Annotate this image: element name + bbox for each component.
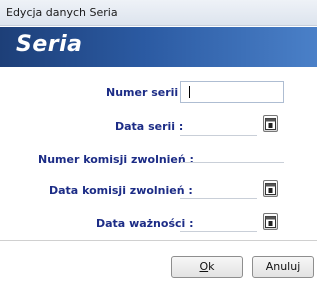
data-serii-field[interactable] <box>180 114 257 136</box>
header-banner: Seria <box>0 27 317 67</box>
data-serii-label: Data serii : <box>115 120 184 133</box>
title-bar: Edycja danych Seria <box>0 0 317 26</box>
numer-komisji-field[interactable] <box>180 141 284 163</box>
data-komisji-label: Data komisji zwolnień : <box>49 184 193 197</box>
numer-serii-input[interactable] <box>180 81 284 103</box>
data-waznosci-field[interactable] <box>180 210 257 232</box>
cancel-label: Anuluj <box>265 260 301 273</box>
ok-accelerator: O <box>199 260 209 273</box>
data-waznosci-label: Data ważności : <box>96 217 194 230</box>
data-waznosci-calendar-button[interactable] <box>263 213 278 230</box>
numer-serii-label: Numer serii : <box>106 86 187 99</box>
numer-komisji-label: Numer komisji zwolnień : <box>38 153 194 166</box>
calendar-icon <box>265 118 276 130</box>
banner-title: Seria <box>16 32 83 57</box>
window-title: Edycja danych Seria <box>6 6 118 19</box>
ok-button[interactable]: Ok <box>171 256 243 278</box>
calendar-icon <box>265 183 276 195</box>
data-komisji-calendar-button[interactable] <box>263 180 278 197</box>
footer-separator <box>0 240 317 241</box>
calendar-icon <box>265 216 276 228</box>
ok-label-rest: k <box>208 260 215 273</box>
data-serii-calendar-button[interactable] <box>263 115 278 132</box>
text-caret <box>189 86 190 98</box>
cancel-button[interactable]: Anuluj <box>252 256 314 278</box>
data-komisji-field[interactable] <box>180 177 257 199</box>
